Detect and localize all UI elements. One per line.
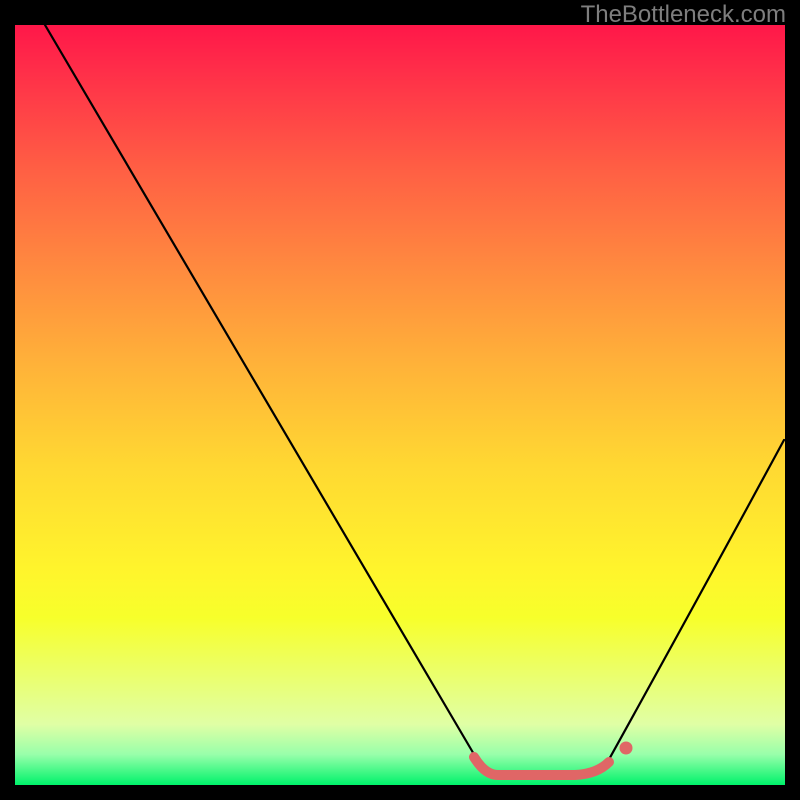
chart-svg xyxy=(15,25,785,785)
bottleneck-curve xyxy=(45,25,784,775)
plot-area xyxy=(15,25,785,785)
optimal-zone-end-dot xyxy=(620,742,633,755)
optimal-zone-segment xyxy=(474,757,609,775)
attribution-text: TheBottleneck.com xyxy=(581,1,786,29)
